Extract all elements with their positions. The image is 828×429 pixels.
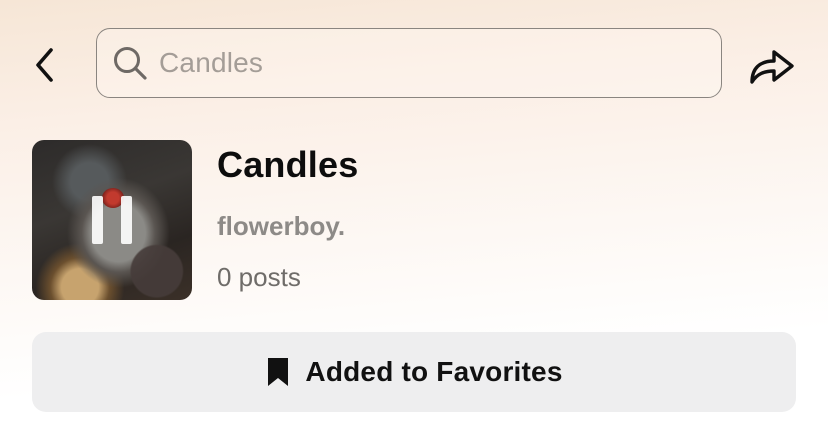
search-query-text: Candles bbox=[159, 47, 264, 78]
chevron-left-icon bbox=[36, 48, 53, 82]
search-input[interactable]: Candles bbox=[96, 28, 722, 98]
favorites-button-label: Added to Favorites bbox=[305, 356, 563, 387]
collection-title: Candles bbox=[217, 144, 359, 185]
share-arrow-icon bbox=[750, 50, 794, 84]
added-to-favorites-button[interactable]: Added to Favorites bbox=[32, 332, 796, 412]
pause-icon[interactable] bbox=[92, 196, 132, 246]
posts-count: 0 posts bbox=[217, 262, 301, 292]
back-button[interactable] bbox=[28, 44, 60, 86]
search-icon bbox=[111, 44, 149, 82]
collection-author[interactable]: flowerboy. bbox=[217, 211, 345, 242]
collection-thumbnail[interactable] bbox=[32, 140, 192, 300]
bookmark-icon bbox=[265, 355, 291, 389]
share-button[interactable] bbox=[746, 42, 798, 90]
